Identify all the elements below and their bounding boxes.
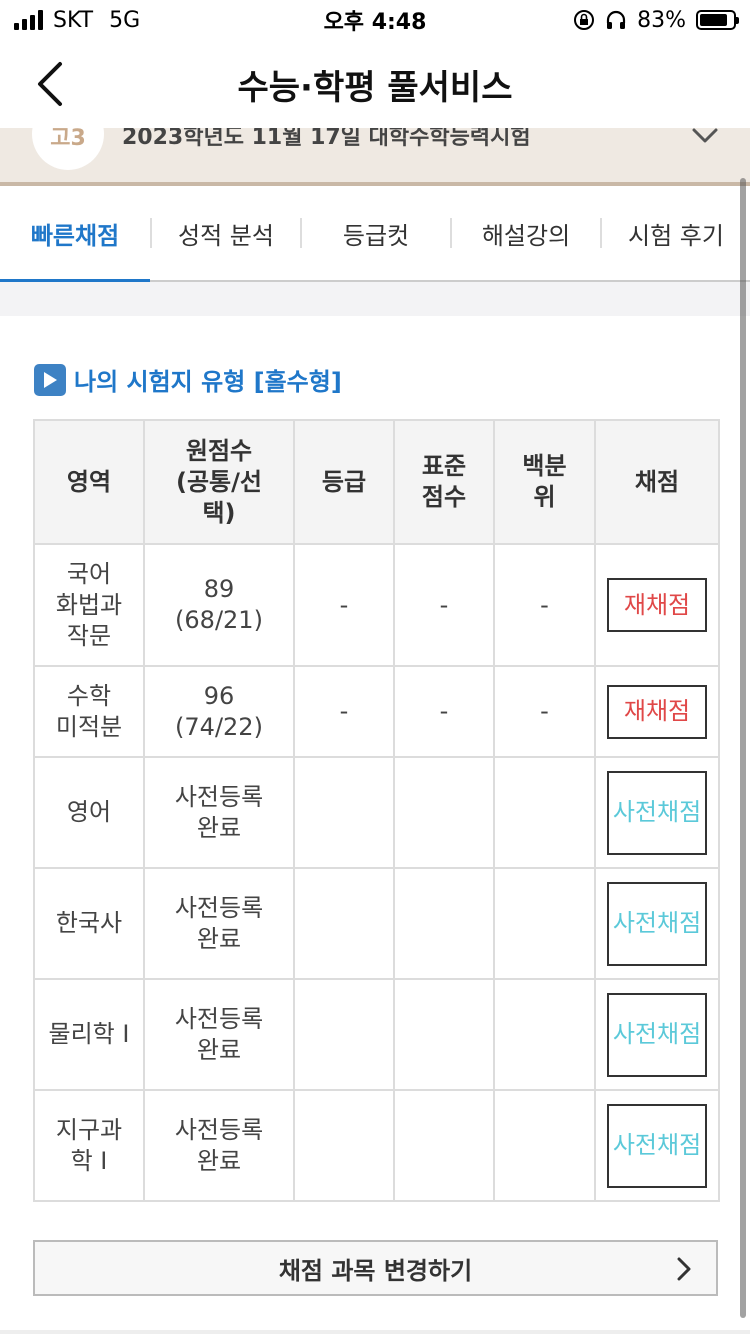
section-title: 나의 시험지 유형 [홀수형] [74, 368, 342, 396]
cell-percentile [493, 756, 596, 869]
cell-raw-score: 사전등록 완료 [143, 756, 295, 869]
status-left: SKT 5G [14, 8, 140, 33]
chevron-right-icon [677, 1257, 691, 1281]
cell-percentile [493, 978, 596, 1091]
tab-score-analysis[interactable]: 성적 분석 [152, 185, 300, 281]
cell-area: 영어 [33, 756, 145, 869]
tab-grade-cut[interactable]: 등급컷 [302, 185, 450, 281]
tab-review[interactable]: 시험 후기 [602, 185, 750, 281]
cell-grade [293, 867, 395, 980]
table-header-row: 영역 원점수 (공통/선 택) 등급 표준 점수 백분 위 채점 [33, 419, 720, 545]
cell-percentile: - [493, 665, 596, 758]
cell-grade [293, 1089, 395, 1202]
cell-scoring: 재채점 [594, 665, 720, 758]
table-row: 한국사 사전등록 완료 사전 채점 [33, 867, 720, 980]
cell-grade: - [293, 543, 395, 667]
page-title: 수능·학평 풀서비스 [237, 67, 513, 108]
header-area: 영역 [33, 419, 145, 545]
table-row: 물리학 I 사전등록 완료 사전 채점 [33, 978, 720, 1091]
rescore-button[interactable]: 재채점 [607, 578, 707, 632]
cell-scoring: 사전 채점 [594, 867, 720, 980]
prescore-button[interactable]: 사전 채점 [607, 770, 707, 855]
status-right: 83% [573, 7, 739, 33]
header-scoring: 채점 [594, 419, 720, 545]
table-row: 수학 미적분 96 (74/22) - - - 재채점 [33, 665, 720, 758]
cell-area: 한국사 [33, 867, 145, 980]
carrier-label: SKT [53, 7, 94, 33]
cell-percentile [493, 1089, 596, 1202]
prescore-button[interactable]: 사전 채점 [607, 881, 707, 966]
table-row: 영어 사전등록 완료 사전 채점 [33, 756, 720, 869]
cell-area: 수학 미적분 [33, 665, 145, 758]
battery-percent: 83% [637, 7, 686, 33]
cell-standard-score [393, 1089, 495, 1202]
change-subject-label: 채점 과목 변경하기 [278, 1256, 473, 1285]
prescore-button[interactable]: 사전 채점 [607, 992, 707, 1077]
rescore-button[interactable]: 재채점 [607, 684, 707, 739]
exam-title: 2023학년도 11월 17일 대학수학능력시험 [122, 128, 531, 150]
scrollbar[interactable] [740, 178, 746, 1318]
cell-scoring: 사전 채점 [594, 1089, 720, 1202]
exam-banner[interactable]: 고3 2023학년도 11월 17일 대학수학능력시험 [0, 128, 750, 186]
header-standard-score: 표준 점수 [393, 419, 495, 545]
cell-grade: - [293, 665, 395, 758]
cell-standard-score: - [393, 665, 495, 758]
cell-grade [293, 756, 395, 869]
back-button[interactable] [24, 58, 74, 110]
headphones-icon [606, 10, 626, 29]
cell-grade [293, 978, 395, 1091]
table-row: 국어 화법과 작문 89 (68/21) - - - 재채점 [33, 543, 720, 667]
cell-raw-score: 89 (68/21) [143, 543, 295, 667]
header-percentile: 백분 위 [493, 419, 596, 545]
cell-scoring: 사전 채점 [594, 756, 720, 869]
cell-raw-score: 사전등록 완료 [143, 978, 295, 1091]
header-grade: 등급 [293, 419, 395, 545]
status-bar: SKT 5G 오후 4:48 83% [0, 0, 750, 40]
cell-raw-score: 사전등록 완료 [143, 867, 295, 980]
cell-area: 물리학 I [33, 978, 145, 1091]
prescore-button[interactable]: 사전 채점 [607, 1103, 707, 1188]
cell-standard-score: - [393, 543, 495, 667]
tab-lecture[interactable]: 해설강의 [452, 185, 600, 281]
cell-scoring: 재채점 [594, 543, 720, 667]
play-icon [34, 363, 66, 396]
nav-bar: 수능·학평 풀서비스 [0, 40, 750, 128]
tab-quick-scoring[interactable]: 빠른채점 [0, 185, 150, 283]
header-raw-score: 원점수 (공통/선 택) [143, 419, 295, 545]
cell-area: 지구과 학 I [33, 1089, 145, 1202]
battery-icon [696, 10, 739, 30]
chevron-left-icon [38, 62, 62, 106]
cell-percentile: - [493, 543, 596, 667]
network-label: 5G [109, 7, 141, 33]
cell-standard-score [393, 978, 495, 1091]
cell-percentile [493, 867, 596, 980]
chevron-down-icon[interactable] [690, 128, 720, 148]
orientation-lock-icon [574, 10, 595, 30]
cell-area: 국어 화법과 작문 [33, 543, 145, 667]
cell-raw-score: 사전등록 완료 [143, 1089, 295, 1202]
cell-standard-score [393, 867, 495, 980]
section-divider [0, 282, 750, 316]
section-header: 나의 시험지 유형 [홀수형] [34, 362, 342, 397]
cell-standard-score [393, 756, 495, 869]
table-row: 지구과 학 I 사전등록 완료 사전 채점 [33, 1089, 720, 1202]
signal-icon [14, 10, 43, 30]
tab-bar: 빠른채점 성적 분석 등급컷 해설강의 시험 후기 [0, 185, 750, 283]
score-table: 영역 원점수 (공통/선 택) 등급 표준 점수 백분 위 채점 국어 화법과 작문 89(… [33, 419, 720, 1202]
cell-raw-score: 96 (74/22) [143, 665, 295, 758]
bottom-divider [0, 1330, 750, 1334]
grade-badge: 고3 [32, 128, 104, 170]
change-subject-button[interactable]: 채점 과목 변경하기 [33, 1240, 718, 1296]
cell-scoring: 사전 채점 [594, 978, 720, 1091]
